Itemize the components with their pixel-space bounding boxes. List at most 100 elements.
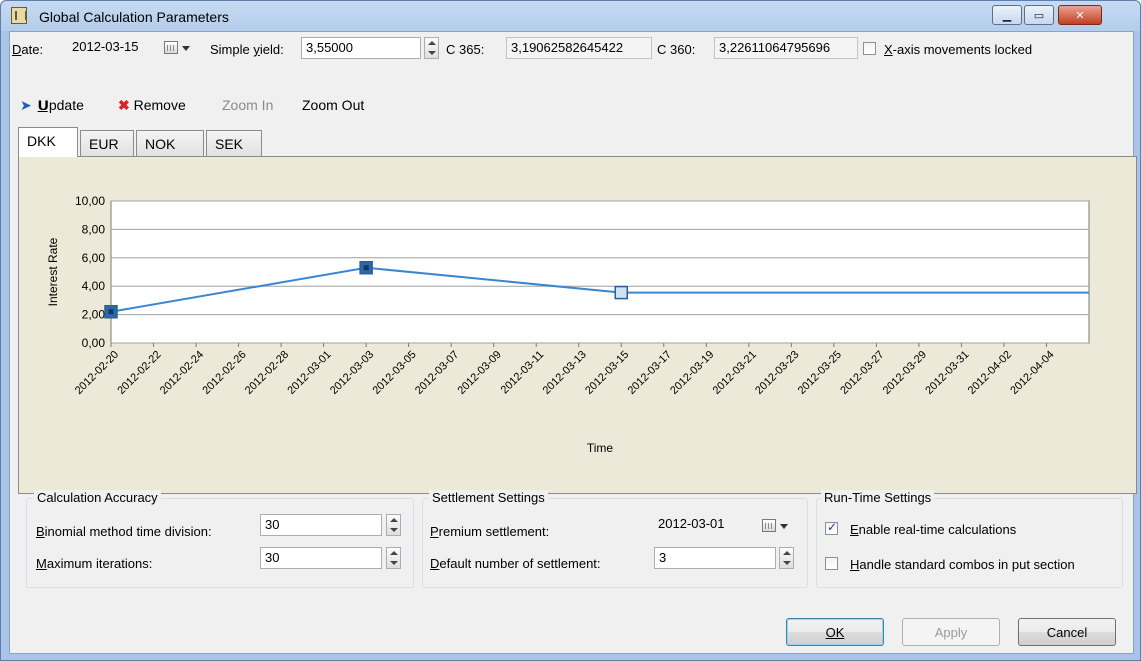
x-tick-label: 2012-02-20 — [73, 349, 121, 397]
zoom-out-button[interactable]: Zoom Out — [302, 97, 364, 113]
dialog-content: Date: 2012-03-15 Simple yield: 3,55000 C… — [9, 31, 1137, 654]
title-bar[interactable]: Global Calculation Parameters ▁ ▭ ✕ — [1, 1, 1140, 31]
maximize-button[interactable]: ▭ — [1024, 5, 1054, 25]
maximize-icon: ▭ — [1033, 8, 1045, 22]
plot-area — [110, 200, 1090, 344]
close-icon: ✕ — [1075, 8, 1085, 22]
tab-eur[interactable]: EUR — [80, 130, 134, 156]
premium-date-field[interactable]: 2012-03-01 — [654, 514, 756, 536]
x-axis-title: Time — [587, 441, 614, 455]
calendar-icon[interactable] — [164, 41, 178, 54]
update-label: Update — [38, 97, 84, 113]
x-tick-label: 2012-03-01 — [285, 349, 333, 397]
x-tick-label: 2012-03-29 — [881, 349, 929, 397]
x-tick-label: 2012-03-05 — [370, 349, 418, 397]
default-num-input[interactable]: 3 — [654, 547, 776, 569]
x-tick-label: 2012-03-21 — [711, 349, 759, 397]
interest-rate-chart[interactable]: 0,002,004,006,008,0010,002012-02-202012-… — [19, 157, 1136, 493]
y-tick-label: 10,00 — [75, 194, 105, 208]
xaxis-lock-checkbox[interactable] — [863, 42, 876, 55]
app-icon — [11, 7, 27, 24]
y-axis-title: Interest Rate — [46, 237, 60, 306]
x-tick-label: 2012-03-09 — [456, 349, 504, 397]
runtime-group — [816, 498, 1123, 588]
combos-checkbox[interactable] — [825, 557, 838, 570]
x-tick-label: 2012-02-22 — [115, 349, 163, 397]
simple-yield-spinner[interactable] — [424, 37, 439, 59]
apply-label: Apply — [934, 624, 968, 640]
x-tick-label: 2012-03-27 — [838, 349, 886, 397]
realtime-label: Enable real-time calculations — [850, 522, 1017, 537]
c360-field: 3,22611064795696 — [714, 37, 858, 59]
binomial-label: Binomial method time division: — [36, 524, 212, 539]
y-tick-label: 2,00 — [82, 308, 106, 322]
y-tick-label: 4,00 — [82, 279, 106, 293]
calc-accuracy-title: Calculation Accuracy — [34, 490, 161, 505]
runtime-title: Run-Time Settings — [821, 490, 935, 505]
binomial-spinner[interactable] — [386, 514, 401, 536]
x-tick-label: 2012-02-28 — [243, 349, 291, 397]
premium-label: Premium settlement: — [430, 524, 550, 539]
realtime-checkbox[interactable] — [825, 520, 838, 535]
close-button[interactable]: ✕ — [1058, 5, 1102, 25]
tab-dkk[interactable]: DKK — [18, 127, 78, 157]
x-tick-label: 2012-03-19 — [668, 349, 716, 397]
x-tick-label: 2012-03-31 — [923, 349, 971, 397]
data-point-center — [108, 309, 114, 315]
tab-nok[interactable]: NOK — [136, 130, 204, 156]
calendar-icon[interactable] — [762, 519, 776, 532]
default-num-label: Default number of settlement: — [430, 556, 601, 571]
y-tick-label: 0,00 — [82, 336, 106, 350]
binomial-input[interactable]: 30 — [260, 514, 382, 536]
data-point[interactable] — [614, 285, 629, 300]
y-tick-label: 6,00 — [82, 251, 106, 265]
apply-button[interactable]: Apply — [902, 618, 1000, 646]
ok-button[interactable]: OK — [786, 618, 884, 646]
c365-label: C 365: — [446, 42, 485, 57]
window-title: Global Calculation Parameters — [39, 9, 229, 25]
update-icon: ➤ — [20, 97, 32, 113]
calc-accuracy-group — [26, 498, 414, 588]
x-tick-label: 2012-02-24 — [158, 349, 206, 397]
cancel-label: Cancel — [1046, 624, 1088, 640]
date-field[interactable]: 2012-03-15 — [68, 37, 150, 59]
zoom-in-button[interactable]: Zoom In — [222, 97, 273, 113]
x-tick-label: 2012-03-11 — [499, 349, 547, 397]
remove-icon: ✖ — [118, 97, 130, 113]
x-tick-label: 2012-04-02 — [966, 349, 1014, 397]
settlement-group — [422, 498, 808, 588]
x-tick-label: 2012-03-23 — [753, 349, 801, 397]
simple-yield-input[interactable]: 3,55000 — [301, 37, 421, 59]
minimize-button[interactable]: ▁ — [992, 5, 1022, 25]
combos-label: Handle standard combos in put section — [850, 557, 1075, 572]
ok-label: OK — [825, 624, 845, 640]
chevron-down-icon[interactable] — [780, 524, 788, 529]
dialog-window: Global Calculation Parameters ▁ ▭ ✕ Date… — [0, 0, 1141, 661]
x-tick-label: 2012-02-26 — [200, 349, 248, 397]
remove-button[interactable]: ✖ Remove — [118, 97, 186, 114]
default-num-spinner[interactable] — [779, 547, 794, 569]
update-button[interactable]: ➤ UUpdate — [20, 97, 84, 114]
max-iter-spinner[interactable] — [386, 547, 401, 569]
x-tick-label: 2012-03-15 — [583, 349, 631, 397]
y-tick-label: 8,00 — [82, 222, 106, 236]
c365-field: 3,19062582645422 — [506, 37, 652, 59]
chevron-down-icon[interactable] — [182, 46, 190, 51]
tab-sek[interactable]: SEK — [206, 130, 262, 156]
max-iter-label: Maximum iterations: — [36, 556, 153, 571]
c360-label: C 360: — [657, 42, 696, 57]
x-tick-label: 2012-03-17 — [626, 349, 674, 397]
minimize-icon: ▁ — [1002, 8, 1012, 22]
max-iter-input[interactable]: 30 — [260, 547, 382, 569]
xaxis-lock-label: X-axis movements locked — [884, 42, 1033, 57]
cancel-button[interactable]: Cancel — [1018, 618, 1116, 646]
x-tick-label: 2012-04-04 — [1008, 349, 1056, 397]
remove-label: Remove — [133, 97, 186, 113]
simple-yield-label: Simple yield: — [210, 42, 284, 57]
data-point-center — [363, 265, 369, 271]
settlement-title: Settlement Settings — [429, 490, 548, 505]
date-label: Date: — [12, 42, 44, 57]
x-tick-label: 2012-03-25 — [796, 349, 844, 397]
x-tick-label: 2012-03-07 — [413, 349, 461, 397]
x-tick-label: 2012-03-03 — [328, 349, 376, 397]
